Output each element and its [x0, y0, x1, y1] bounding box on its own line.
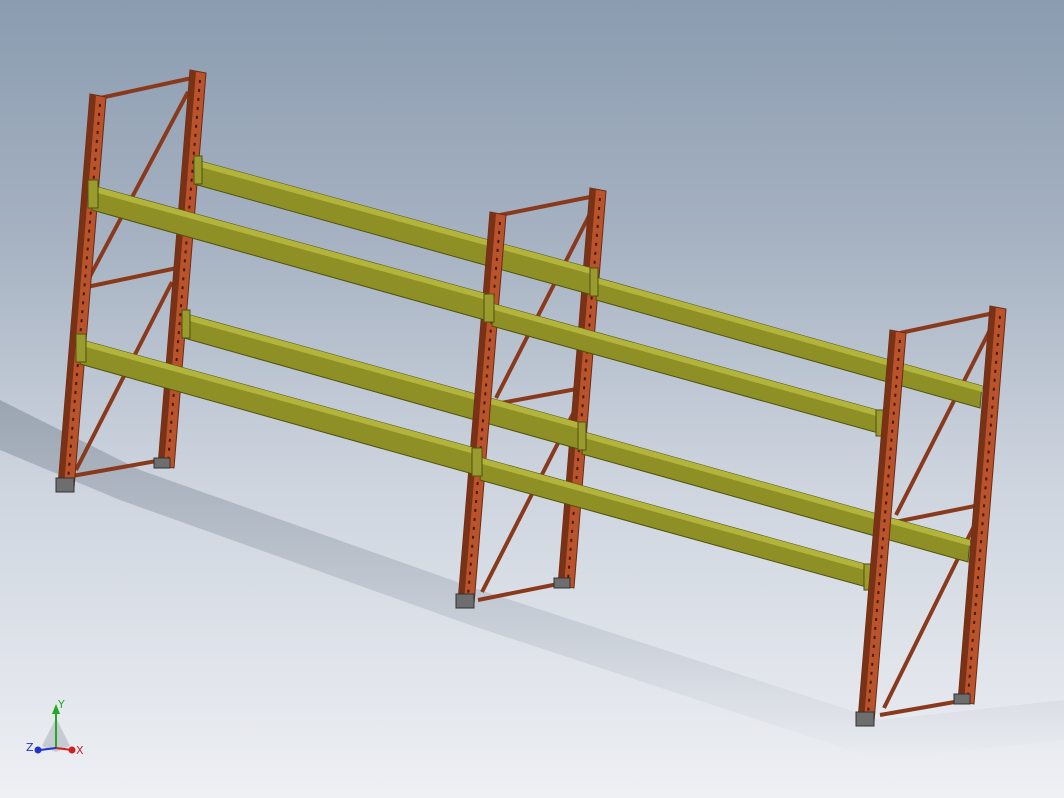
triad-z-label: Z [26, 741, 34, 754]
orientation-triad[interactable]: Y X Z [22, 698, 90, 766]
baseplate-left-front [55, 477, 75, 493]
graphics-viewport[interactable]: Y X Z [0, 0, 1064, 798]
baseplate-right-rear [953, 693, 971, 705]
x-arrow-icon [68, 746, 76, 754]
triad-x-label: X [76, 744, 84, 757]
z-arrow-icon [34, 746, 42, 754]
baseplate-middle-front [455, 593, 475, 609]
baseplate-right-front [855, 711, 875, 727]
triad-y-label: Y [57, 698, 65, 711]
model-view[interactable] [0, 0, 1064, 798]
frame-left[interactable] [55, 69, 207, 493]
baseplate-left-rear [153, 457, 171, 469]
baseplate-middle-rear [553, 577, 571, 589]
